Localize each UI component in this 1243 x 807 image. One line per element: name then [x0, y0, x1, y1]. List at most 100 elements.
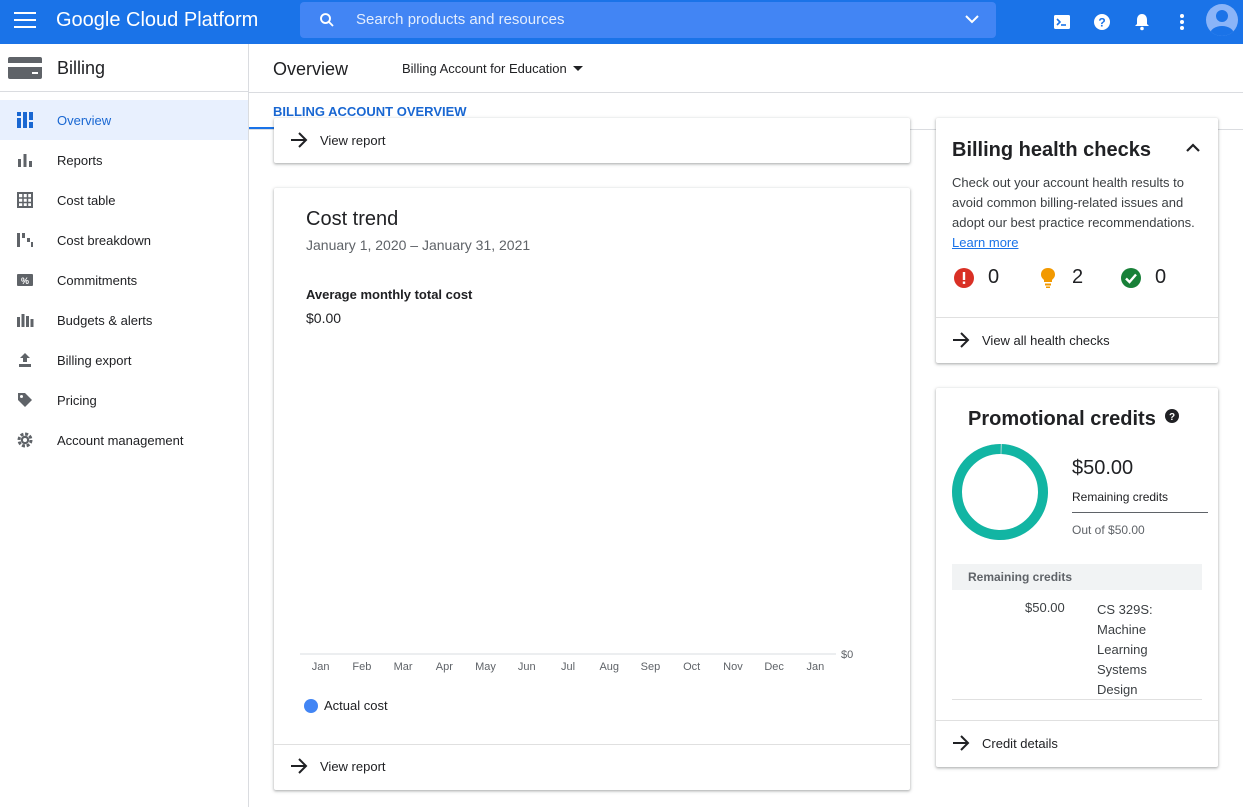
warning-count: 2 [1072, 266, 1084, 288]
sidebar-item-pricing[interactable]: Pricing [0, 380, 248, 420]
check-circle-icon [1121, 267, 1141, 288]
x-tick-label: Feb [352, 661, 371, 673]
search-input[interactable]: Search products and resources [356, 11, 564, 28]
view-report-label: View report [320, 132, 386, 148]
chevron-up-icon[interactable] [1186, 143, 1200, 153]
view-report-label: View report [320, 758, 386, 774]
billing-account-selector[interactable]: Billing Account for Education [402, 61, 583, 76]
view-all-health-checks-label: View all health checks [982, 332, 1110, 348]
page-title: Overview [273, 59, 349, 79]
arrow-right-icon [953, 735, 970, 751]
credit-details-link[interactable]: Credit details [952, 735, 1058, 751]
x-tick-label: Oct [683, 661, 700, 673]
budget-icon [17, 314, 34, 327]
help-icon[interactable]: ? [1165, 409, 1179, 423]
remaining-credits-label: Remaining credits [1072, 490, 1169, 504]
sidebar-item-label: Commitments [57, 273, 138, 288]
cost-trend-chart: $0 Jan Feb Mar Apr May Jun Jul Aug Sep Oct Nov Dec Ja… [300, 649, 853, 673]
x-tick-label: Sep [641, 661, 661, 673]
sidebar-item-reports[interactable]: Reports [0, 140, 248, 180]
sidebar-item-cost-table[interactable]: Cost table [0, 180, 248, 220]
dashboard-icon [17, 112, 33, 128]
x-tick-label: Dec [764, 661, 784, 673]
credit-value: $50.00 [1025, 600, 1065, 615]
health-description-text: Check out your account health results to… [952, 175, 1195, 230]
tag-icon [18, 393, 32, 407]
svg-text:%: % [21, 276, 29, 286]
sidebar-nav: Overview Reports Cost table Cost breakdo… [0, 100, 248, 460]
credits-total: Out of $50.00 [1072, 523, 1145, 537]
sidebar-title: Billing [57, 58, 106, 78]
sidebar-item-budgets-alerts[interactable]: Budgets & alerts [0, 300, 248, 340]
credits-donut-chart [952, 444, 1048, 541]
promo-title: Promotional credits [968, 408, 1156, 430]
passed-count: 0 [1155, 266, 1167, 288]
sidebar-item-label: Overview [57, 113, 112, 128]
svg-text:?: ? [1169, 412, 1175, 423]
sidebar-item-label: Billing export [57, 353, 132, 368]
view-report-link[interactable]: View report [290, 758, 386, 774]
view-all-health-checks-link[interactable]: View all health checks [952, 332, 1110, 348]
donut-remaining-arc [952, 444, 1048, 541]
help-icon[interactable]: ? [1090, 10, 1114, 34]
health-errors[interactable]: 0 [954, 266, 999, 289]
search-bar[interactable]: Search products and resources [300, 2, 996, 38]
divider [936, 720, 1218, 721]
menu-icon[interactable] [14, 12, 36, 30]
x-tick-label: Jan [807, 661, 825, 673]
remaining-amount: $50.00 [1072, 457, 1134, 479]
table-row: $50.00 CS 329S: Machine Learning Systems… [952, 590, 1202, 700]
health-description: Check out your account health results to… [952, 173, 1204, 253]
x-tick-label: Apr [436, 661, 453, 673]
sidebar-item-overview[interactable]: Overview [0, 100, 248, 140]
lightbulb-icon [1041, 267, 1055, 288]
credit-details-label: Credit details [982, 735, 1058, 751]
brand-title[interactable]: Google Cloud Platform [56, 9, 258, 32]
sidebar-item-commitments[interactable]: % Commitments [0, 260, 248, 300]
promotional-credits-card: Promotional credits ? $50.00 Remaining c… [936, 388, 1218, 767]
health-warnings[interactable]: 2 [1038, 266, 1083, 289]
waterfall-icon [17, 233, 33, 247]
view-report-link[interactable]: View report [290, 132, 386, 148]
y-tick-label: $0 [841, 649, 853, 661]
cost-trend-card: Cost trend January 1, 2020 – January 31,… [274, 188, 910, 790]
learn-more-link[interactable]: Learn more [952, 235, 1018, 250]
health-passed[interactable]: 0 [1121, 266, 1166, 289]
more-vert-icon[interactable] [1170, 10, 1194, 34]
sidebar-item-cost-breakdown[interactable]: Cost breakdown [0, 220, 248, 260]
legend-swatch [304, 698, 318, 713]
error-count: 0 [988, 266, 1000, 288]
x-tick-label: Nov [723, 661, 743, 673]
x-tick-label: May [475, 661, 496, 673]
billing-account-name: Billing Account for Education [402, 61, 567, 76]
sidebar-item-label: Budgets & alerts [57, 313, 153, 328]
cloud-shell-icon[interactable] [1050, 10, 1074, 34]
arrow-right-icon [291, 758, 308, 774]
chevron-down-icon[interactable] [964, 13, 980, 25]
table-icon [17, 192, 33, 208]
divider [1072, 512, 1208, 513]
credits-table-header: Remaining credits [952, 564, 1202, 590]
svg-text:?: ? [1098, 16, 1105, 30]
search-icon [320, 13, 334, 27]
percent-icon: % [17, 274, 33, 286]
notifications-icon[interactable] [1130, 10, 1154, 34]
report-card: View report [274, 118, 910, 163]
divider [274, 744, 910, 745]
divider [936, 317, 1218, 318]
chart-legend[interactable]: Actual cost [304, 698, 388, 713]
sidebar-item-account-management[interactable]: Account management [0, 420, 248, 460]
legend-label: Actual cost [324, 698, 388, 713]
sidebar-header: Billing [0, 44, 248, 92]
sidebar-item-billing-export[interactable]: Billing export [0, 340, 248, 380]
sidebar-item-label: Reports [57, 153, 103, 168]
account-avatar[interactable] [1206, 4, 1238, 36]
arrow-right-icon [953, 332, 970, 348]
credits-table: Remaining credits $50.00 CS 329S: Machin… [952, 564, 1202, 700]
dropdown-caret-icon [572, 66, 583, 71]
bar-chart-icon [18, 154, 32, 167]
x-tick-label: Aug [599, 661, 619, 673]
credit-name: CS 329S: Machine Learning Systems Design [1097, 602, 1153, 697]
sidebar-item-label: Cost table [57, 193, 116, 208]
sidebar-item-label: Cost breakdown [57, 233, 151, 248]
